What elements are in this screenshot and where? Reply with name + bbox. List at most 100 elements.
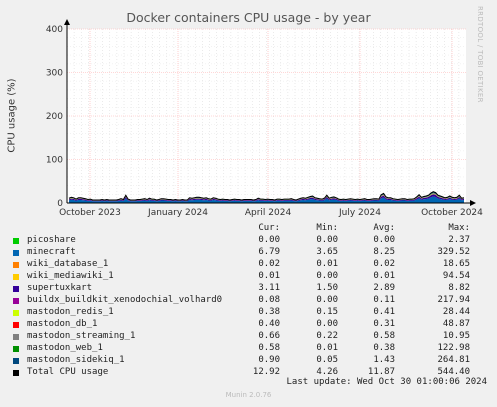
legend-max-value: 10.95 xyxy=(442,331,470,341)
legend-min-value: 0.01 xyxy=(316,343,338,353)
legend-min-value: 0.05 xyxy=(316,355,338,365)
x-tick-label: January 2024 xyxy=(147,208,208,218)
legend-swatch xyxy=(13,250,19,256)
legend-cur-value: 0.90 xyxy=(258,355,280,365)
legend-max-value: 48.87 xyxy=(442,319,470,329)
legend-row: supertuxkart 3.11 1.50 2.89 8.82 xyxy=(10,283,490,295)
legend-cur-value: 0.08 xyxy=(258,295,280,305)
legend-swatch xyxy=(13,310,19,316)
legend-cur-value: 12.92 xyxy=(252,367,280,377)
legend-min-value: 0.00 xyxy=(316,271,338,281)
legend-max-value: 28.44 xyxy=(442,307,470,317)
legend-cur-value: 0.01 xyxy=(258,271,280,281)
y-tick-label: 100 xyxy=(46,156,63,166)
legend-series-name: Total CPU usage xyxy=(27,367,109,377)
legend-series-name: mastodon_db_1 xyxy=(27,319,98,329)
legend-avg-value: 0.58 xyxy=(373,331,395,341)
legend-min-value: 1.50 xyxy=(316,283,338,293)
legend-min-value: 0.22 xyxy=(316,331,338,341)
legend-cur-value: 0.40 xyxy=(258,319,280,329)
legend-max-value: 217.94 xyxy=(437,295,470,305)
legend-min-value: 0.15 xyxy=(316,307,338,317)
legend-max-value: 18.65 xyxy=(442,259,470,269)
legend-series-name: wiki_mediawiki_1 xyxy=(27,271,114,281)
legend-series-name: mastodon_redis_1 xyxy=(27,307,114,317)
x-tick-label: October 2023 xyxy=(59,208,121,218)
legend-max-value: 8.82 xyxy=(448,283,470,293)
legend-min-value: 0.00 xyxy=(316,295,338,305)
legend-row: mastodon_streaming_1 0.66 0.22 0.58 10.95 xyxy=(10,331,490,343)
legend-row: mastodon_web_1 0.58 0.01 0.38 122.98 xyxy=(10,343,490,355)
y-tick-label: 200 xyxy=(46,112,63,122)
legend-cur-value: 6.79 xyxy=(258,247,280,257)
legend-cur-value: 0.66 xyxy=(258,331,280,341)
legend-max-value: 94.54 xyxy=(442,271,470,281)
legend-row: buildx_buildkit_xenodochial_volhard0 0.08… xyxy=(10,295,490,307)
legend-avg-value: 8.25 xyxy=(373,247,395,257)
legend-avg-value: 0.41 xyxy=(373,307,395,317)
legend-header-row: Cur: Min: Avg: Max: xyxy=(10,223,490,235)
x-tick-label: July 2024 xyxy=(338,208,381,218)
legend-row: mastodon_redis_1 0.38 0.15 0.41 28.44 xyxy=(10,307,490,319)
legend-min-value: 0.00 xyxy=(316,319,338,329)
legend-max-value: 122.98 xyxy=(437,343,470,353)
legend-series-name: supertuxkart xyxy=(27,283,93,293)
legend-series-name: picoshare xyxy=(27,235,76,245)
y-axis-label: CPU usage (%) xyxy=(6,78,18,153)
legend-swatch xyxy=(13,262,19,268)
legend-row: mastodon_db_1 0.40 0.00 0.31 48.87 xyxy=(10,319,490,331)
legend-avg-value: 0.00 xyxy=(373,235,395,245)
x-tick-label: October 2024 xyxy=(421,208,483,218)
header-max: Max: xyxy=(448,223,470,233)
legend-swatch xyxy=(13,334,19,340)
legend-series-name: wiki_database_1 xyxy=(27,259,109,269)
chart-title: Docker containers CPU usage - by year xyxy=(126,10,371,25)
legend-avg-value: 1.43 xyxy=(373,355,395,365)
legend-cur-value: 0.00 xyxy=(258,235,280,245)
legend-min-value: 3.65 xyxy=(316,247,338,257)
legend-swatch xyxy=(13,274,19,280)
legend-cur-value: 0.58 xyxy=(258,343,280,353)
legend-cur-value: 0.02 xyxy=(258,259,280,269)
legend-table: Cur: Min: Avg: Max: picoshare 0.00 0.00 0.0… xyxy=(10,223,490,379)
legend-row: wiki_database_1 0.02 0.01 0.02 18.65 xyxy=(10,259,490,271)
legend-swatch xyxy=(13,322,19,328)
legend-row: minecraft 6.79 3.65 8.25 329.52 xyxy=(10,247,490,259)
legend-min-value: 4.26 xyxy=(316,367,338,377)
legend-min-value: 0.00 xyxy=(316,235,338,245)
legend-series-name: mastodon_web_1 xyxy=(27,343,103,353)
legend-swatch xyxy=(13,298,19,304)
legend-swatch xyxy=(13,238,19,244)
last-update: Last update: Wed Oct 30 01:00:06 2024 xyxy=(286,377,487,387)
legend-max-value: 264.81 xyxy=(437,355,470,365)
legend-avg-value: 0.11 xyxy=(373,295,395,305)
legend-series-name: mastodon_sidekiq_1 xyxy=(27,355,125,365)
legend-swatch xyxy=(13,346,19,352)
legend-swatch xyxy=(13,370,19,376)
y-tick-label: 400 xyxy=(46,25,63,35)
legend-series-name: mastodon_streaming_1 xyxy=(27,331,136,341)
legend-row: mastodon_sidekiq_1 0.90 0.05 1.43 264.81 xyxy=(10,355,490,367)
legend-avg-value: 11.87 xyxy=(367,367,395,377)
legend-cur-value: 3.11 xyxy=(258,283,280,293)
legend-avg-value: 0.01 xyxy=(373,271,395,281)
y-tick-label: 300 xyxy=(46,69,63,79)
x-tick-label: April 2024 xyxy=(245,208,292,218)
legend-max-value: 2.37 xyxy=(448,235,470,245)
munin-version: Munin 2.0.76 xyxy=(225,391,272,399)
legend-series-name: minecraft xyxy=(27,247,76,257)
header-avg: Avg: xyxy=(373,223,395,233)
legend-series-name: buildx_buildkit_xenodochial_volhard0 xyxy=(27,295,223,305)
legend-swatch xyxy=(13,358,19,364)
header-min: Min: xyxy=(316,223,338,233)
legend-avg-value: 0.02 xyxy=(373,259,395,269)
legend-cur-value: 0.38 xyxy=(258,307,280,317)
legend-max-value: 544.40 xyxy=(437,367,470,377)
legend-avg-value: 2.89 xyxy=(373,283,395,293)
legend-row: picoshare 0.00 0.00 0.00 2.37 xyxy=(10,235,490,247)
header-cur: Cur: xyxy=(258,223,280,233)
rrdtool-credit: RRDTOOL / TOBI OETIKER xyxy=(476,6,484,103)
legend-avg-value: 0.38 xyxy=(373,343,395,353)
legend-max-value: 329.52 xyxy=(437,247,470,257)
legend-swatch xyxy=(13,286,19,292)
